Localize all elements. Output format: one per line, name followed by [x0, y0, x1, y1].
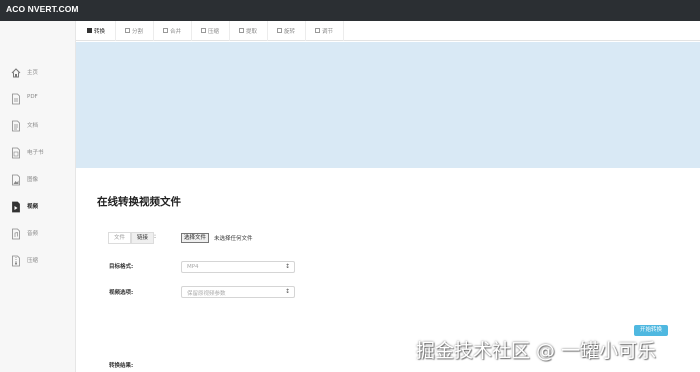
source-link-button[interactable]: 链接: [131, 232, 155, 244]
tab-label: 分割: [132, 29, 144, 35]
audio-file-icon: [12, 228, 20, 240]
result-label: 转换结果:: [109, 363, 134, 369]
tab-checkbox-icon: [125, 28, 130, 33]
sidebar-item-label: PDF: [27, 94, 38, 100]
select-updown-icon: ↕: [284, 288, 290, 295]
tab-checkbox-icon: [277, 28, 282, 33]
source-toggle: 文件 链接: [108, 232, 155, 244]
source-file-button[interactable]: 文件: [108, 232, 132, 244]
source-colon: :: [154, 233, 157, 240]
video-file-icon: [12, 201, 20, 213]
target-format-select[interactable]: MP4 ↕: [181, 261, 295, 273]
top-bar: ACO NVERT.COM: [0, 0, 700, 21]
sidebar-item-audio[interactable]: 音频: [0, 225, 76, 243]
sidebar-item-label: 电子书: [27, 150, 44, 156]
tab-extract[interactable]: 提取: [230, 21, 268, 41]
video-options-label: 视频选项:: [109, 290, 134, 296]
home-icon: [11, 68, 21, 78]
archive-icon: [12, 255, 20, 267]
tab-rotate[interactable]: 旋转: [268, 21, 306, 41]
document-icon: [12, 120, 20, 132]
video-options-select[interactable]: 保留原视频参数 ↕: [181, 286, 295, 298]
tab-convert[interactable]: 转换: [78, 21, 116, 41]
tab-compress[interactable]: 压缩: [192, 21, 230, 41]
choose-file-button[interactable]: 选择文件: [181, 233, 210, 243]
sidebar-item-label: 文档: [27, 123, 39, 129]
sidebar-item-label: 图像: [27, 177, 39, 183]
tab-merge[interactable]: 合并: [154, 21, 192, 41]
image-icon: [12, 174, 20, 186]
sidebar-item-label: 主页: [27, 70, 39, 76]
sidebar-item-ebook[interactable]: 电子书: [0, 144, 76, 162]
tab-label: 调节: [322, 29, 334, 35]
tab-checkbox-icon: [87, 28, 92, 33]
ebook-icon: [12, 147, 20, 159]
tab-checkbox-icon: [201, 28, 206, 33]
select-updown-icon: ↕: [284, 263, 290, 270]
sidebar-item-home[interactable]: 主页: [0, 64, 76, 82]
tab-adjust[interactable]: 调节: [306, 21, 344, 41]
tab-label: 合并: [170, 29, 182, 35]
sidebar: 主页 PDF 文档 电子书 图像 视频 音频 压缩: [0, 21, 76, 372]
video-options-value: 保留原视频参数: [187, 291, 226, 297]
file-status-text: 未选择任何文件: [214, 236, 253, 242]
tab-label: 转换: [94, 29, 106, 35]
page-title: 在线转换视频文件: [97, 196, 181, 208]
tab-label: 旋转: [284, 29, 296, 35]
drop-zone-banner[interactable]: [76, 42, 700, 168]
start-convert-button[interactable]: 开始转换: [634, 325, 668, 336]
target-format-value: MP4: [187, 264, 199, 270]
pdf-file-icon: [12, 93, 20, 105]
watermark-text: 掘金技术社区 @ 一罐小可乐: [416, 340, 657, 362]
sidebar-item-document[interactable]: 文档: [0, 117, 76, 135]
tab-label: 提取: [246, 29, 258, 35]
tab-checkbox-icon: [163, 28, 168, 33]
sidebar-item-archive[interactable]: 压缩: [0, 252, 76, 270]
target-format-label: 目标格式:: [109, 264, 134, 270]
sidebar-item-image[interactable]: 图像: [0, 171, 76, 189]
tab-split[interactable]: 分割: [116, 21, 154, 41]
tab-label: 压缩: [208, 29, 220, 35]
site-logo[interactable]: ACO NVERT.COM: [6, 4, 79, 14]
tab-checkbox-icon: [315, 28, 320, 33]
sidebar-item-pdf[interactable]: PDF: [0, 90, 76, 108]
sidebar-item-label: 音频: [27, 231, 39, 237]
sidebar-item-label: 视频: [27, 204, 39, 210]
sidebar-item-video[interactable]: 视频: [0, 198, 76, 216]
sidebar-item-label: 压缩: [27, 258, 39, 264]
tab-checkbox-icon: [239, 28, 244, 33]
tab-bar: 转换 分割 合并 压缩 提取 旋转 调节: [76, 21, 700, 41]
